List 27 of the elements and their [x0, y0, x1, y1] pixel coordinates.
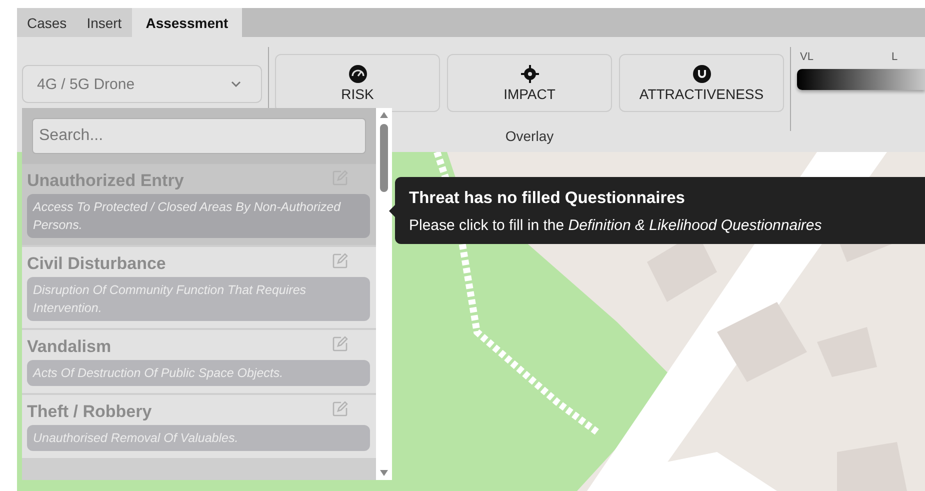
legend-label: L — [891, 51, 898, 63]
legend-label: VL — [800, 51, 814, 63]
overlay-button[interactable]: IMPACT — [447, 54, 612, 112]
threat-title: Civil Disturbance — [27, 253, 166, 274]
threat-title: Unauthorized Entry — [27, 170, 184, 191]
group-label: Overlay — [505, 128, 554, 144]
scroll-thumb[interactable] — [380, 124, 388, 192]
threat-title: Theft / Robbery — [27, 401, 152, 422]
crosshair-icon — [520, 64, 538, 82]
scroll-down-icon[interactable] — [380, 470, 388, 476]
overlay-button[interactable]: ATTRACTIVENESS — [619, 54, 784, 112]
tab[interactable]: Assessment — [132, 8, 242, 37]
overlay-button[interactable]: RISK — [275, 54, 440, 112]
threat-dropdown[interactable]: 4G / 5G Drone — [22, 65, 262, 103]
edit-icon[interactable] — [332, 253, 348, 269]
tooltip-text: Please click to fill in the Definition & Likelihood Questionnaires — [409, 217, 823, 234]
tab[interactable]: Insert — [76, 8, 132, 37]
tab[interactable]: Cases — [17, 8, 77, 37]
tooltip-title: Threat has no filled Questionnaires — [409, 189, 686, 208]
search-field[interactable]: Search... — [32, 118, 366, 154]
threat-description: Access To Protected / Closed Areas By Non-Authorized Persons. — [27, 194, 370, 238]
magnet-icon — [692, 64, 710, 82]
gauge-icon — [348, 64, 366, 82]
threat-title: Vandalism — [27, 336, 112, 357]
edit-icon[interactable] — [332, 401, 348, 417]
edit-icon[interactable] — [332, 336, 348, 352]
chevron-down-icon — [231, 81, 241, 87]
